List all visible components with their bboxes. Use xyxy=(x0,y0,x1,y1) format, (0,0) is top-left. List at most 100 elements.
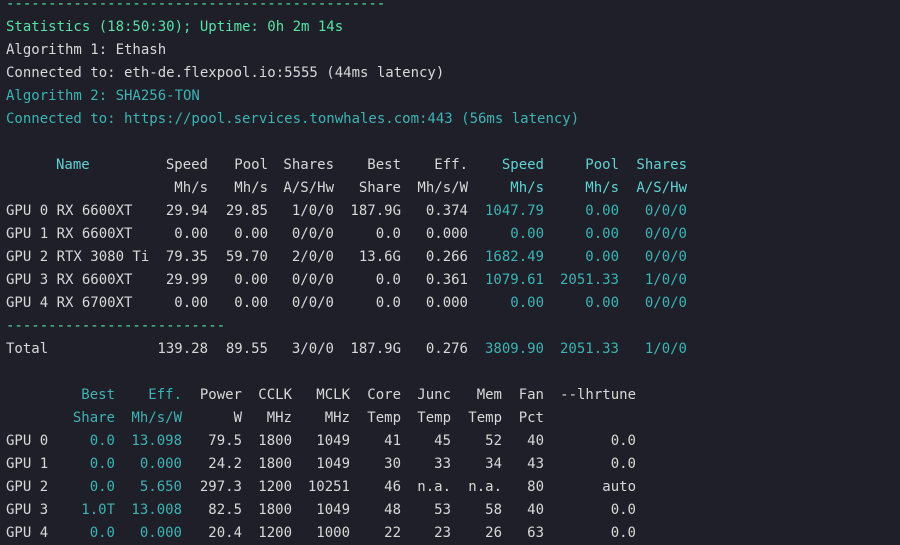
table2-row-cell: 58 xyxy=(485,502,502,518)
table2-row-cell: 1800 xyxy=(258,433,292,449)
table2-row-cell: 82.5 xyxy=(208,502,242,518)
table1-row-cell: 0.00 xyxy=(174,295,208,311)
table1-row-cell: 0.361 xyxy=(425,272,468,288)
algorithm-1-line: Algorithm 1: Ethash xyxy=(6,42,167,58)
table2-row-cell: 34 xyxy=(485,456,502,472)
table1-row-cell: 13.6G xyxy=(358,249,401,265)
table2-header-cell: Power xyxy=(199,387,242,403)
table1-row-cell: 79.35 xyxy=(165,249,208,265)
table2-row-cell: 80 xyxy=(527,479,544,495)
table1-row-cell: 0.0 xyxy=(375,272,401,288)
table1-row-cell: 0.266 xyxy=(425,249,468,265)
connection-2-line: Connected to: https://pool.services.tonw… xyxy=(6,111,580,127)
table1-header-cell: Mh/s xyxy=(510,180,544,196)
table1-header-cell: Shares xyxy=(636,157,687,173)
table2-header-cell xyxy=(560,407,636,430)
table1-row-cell: 0.000 xyxy=(425,226,468,242)
table1-header-cell: Mh/s xyxy=(585,180,619,196)
table2-row-cell: 30 xyxy=(384,456,401,472)
table1-total-cell: 3809.90 xyxy=(484,341,544,357)
table2-row-cell: 1.0T xyxy=(81,502,115,518)
table1-row-cell: 0.0 xyxy=(375,295,401,311)
table2-row-cell: 48 xyxy=(384,502,401,518)
table1-header-cell: Pool xyxy=(234,157,268,173)
table2-row-cell: 53 xyxy=(434,502,451,518)
table1-separator: -------------------------- xyxy=(6,318,226,334)
table1-row-cell: 0/0/0 xyxy=(291,295,334,311)
table1-total-cell: 139.28 xyxy=(157,341,208,357)
table1-row-cell: 0.00 xyxy=(174,226,208,242)
table2-header-cell: Mem xyxy=(476,387,502,403)
table2-row-cell: 1800 xyxy=(258,502,292,518)
table2-row-cell: 1800 xyxy=(258,456,292,472)
table2-row-cell: 52 xyxy=(485,433,502,449)
table1-row-cell: 0/0/0 xyxy=(644,226,687,242)
table2-row-cell: 79.5 xyxy=(208,433,242,449)
table2-row-cell: auto xyxy=(602,479,636,495)
table2-header-cell: Best xyxy=(81,387,115,403)
table2-row-cell: 0.0 xyxy=(89,479,115,495)
table1-row-cell: 29.99 xyxy=(165,272,208,288)
table2-row-cell: 46 xyxy=(384,479,401,495)
table1-row-cell: 2051.33 xyxy=(559,272,619,288)
table2-header-cell: MCLK xyxy=(316,387,350,403)
table2-row-cell: 40 xyxy=(527,433,544,449)
algorithm-2-line: Algorithm 2: SHA256-TON xyxy=(6,88,200,104)
table1-header-cell: A/S/Hw xyxy=(283,180,334,196)
table1-header-cell: Speed xyxy=(501,157,544,173)
table2-row-cell: 1049 xyxy=(316,502,350,518)
table1-row-cell: 0/0/0 xyxy=(644,249,687,265)
table2-header-cell: Share xyxy=(72,410,115,426)
table1-row-cell: 0.00 xyxy=(510,295,544,311)
table1-total-cell: 187.9G xyxy=(350,341,401,357)
table1-row-cell: 0.00 xyxy=(234,295,268,311)
table2-header-cell: Temp xyxy=(468,410,502,426)
table1-header-cell: Share xyxy=(358,180,401,196)
connection-1-line: Connected to: eth-de.flexpool.io:5555 (4… xyxy=(6,65,445,81)
table1-header-cell: Eff. xyxy=(434,157,468,173)
table1-row-cell: 1047.79 xyxy=(484,203,544,219)
table2-row-cell: 13.008 xyxy=(131,502,182,518)
table1-header-cell: Best xyxy=(367,157,401,173)
table2-row-cell: GPU 3 xyxy=(6,502,49,518)
table2-row-cell: 41 xyxy=(384,433,401,449)
table2-row-cell: n.a. xyxy=(468,479,502,495)
table2-row-cell: 24.2 xyxy=(208,456,242,472)
table1-row-cell: 187.9G xyxy=(350,203,401,219)
table1-row-cell: 1/0/0 xyxy=(291,203,334,219)
table2-row-cell: 297.3 xyxy=(199,479,242,495)
table2-header-cell: Pct xyxy=(518,410,544,426)
table1-row-cell: 0/0/0 xyxy=(291,226,334,242)
table1-total-cell: 89.55 xyxy=(225,341,268,357)
table1-row-cell: 2/0/0 xyxy=(291,249,334,265)
table1-header-cell: Mh/s xyxy=(234,180,268,196)
table1-header-cell: Mh/s xyxy=(174,180,208,196)
table2-row-cell: 0.0 xyxy=(610,433,636,449)
table1-row-cell: 59.70 xyxy=(225,249,268,265)
table1-row-cell: 0.374 xyxy=(425,203,468,219)
table2-row-cell: GPU 2 xyxy=(6,479,49,495)
table2-header-cell: Junc xyxy=(417,387,451,403)
table2-row-cell: 0.0 xyxy=(89,433,115,449)
terminal-window[interactable]: ----------------------------------------… xyxy=(0,0,900,542)
table1-row-cell: 0.00 xyxy=(234,272,268,288)
table1-row-cell: 0.00 xyxy=(585,249,619,265)
table2-row-cell: 1049 xyxy=(316,433,350,449)
table1-row-cell: 1682.49 xyxy=(484,249,544,265)
table2-row-cell: 43 xyxy=(527,456,544,472)
table2-row-cell: 0.0 xyxy=(610,502,636,518)
table2-row-cell: 1049 xyxy=(316,456,350,472)
table1-row-cell: 0.00 xyxy=(585,226,619,242)
table2-header-cell: CCLK xyxy=(258,387,292,403)
table2-header-cell: Fan xyxy=(518,387,544,403)
table2-row-cell: n.a. xyxy=(417,479,451,495)
top-dash-separator: ----------------------------------------… xyxy=(6,0,386,12)
table1-row-cell: 0.0 xyxy=(375,226,401,242)
table2-row-cell: 5.650 xyxy=(139,479,182,495)
table1-total-cell: 3/0/0 xyxy=(291,341,334,357)
table2-row-cell: 0.0 xyxy=(89,456,115,472)
table1-row-cell: 0/0/0 xyxy=(644,295,687,311)
table1-header-cell: Pool xyxy=(585,157,619,173)
table2-row-cell: 13.098 xyxy=(131,433,182,449)
table1-row-cell: 29.85 xyxy=(225,203,268,219)
